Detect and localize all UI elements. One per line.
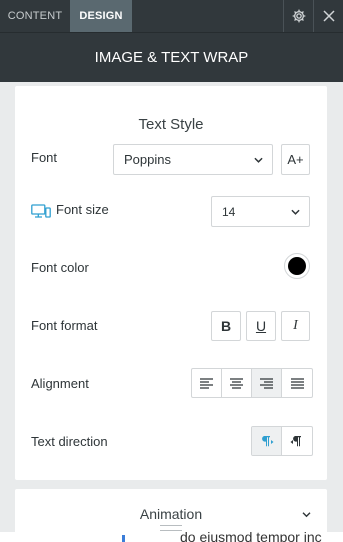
- alignment-label: Alignment: [31, 376, 89, 391]
- text-style-card: Text Style Font Poppins A+ Font size 14 …: [15, 86, 327, 480]
- align-center-icon: [230, 377, 243, 389]
- rtl-button[interactable]: [282, 427, 312, 455]
- desktop-mobile-icon: [31, 204, 51, 218]
- italic-button[interactable]: I: [281, 311, 310, 341]
- font-select[interactable]: Poppins: [113, 144, 273, 175]
- align-left-icon: [200, 377, 213, 389]
- chevron-down-icon: [291, 209, 300, 215]
- align-justify-button[interactable]: [282, 369, 312, 397]
- tab-design[interactable]: DESIGN: [70, 0, 132, 32]
- font-select-value: Poppins: [124, 152, 171, 167]
- background-page: do eiusmod tempor inc: [0, 532, 343, 542]
- font-size-label: Font size: [56, 202, 109, 217]
- font-format-label: Font format: [31, 318, 98, 333]
- align-center-button[interactable]: [222, 369, 252, 397]
- chevron-down-icon: [302, 512, 311, 518]
- close-button[interactable]: [313, 0, 343, 32]
- color-swatch-dot: [288, 257, 306, 275]
- text-direction-rtl-icon: [290, 436, 301, 447]
- resize-handle[interactable]: [160, 525, 182, 531]
- text-direction-group: [251, 426, 313, 456]
- italic-icon: I: [293, 318, 298, 333]
- animation-label: Animation: [139, 506, 203, 522]
- alignment-group: [191, 368, 313, 398]
- gear-icon: [292, 9, 305, 23]
- tab-content[interactable]: CONTENT: [0, 0, 70, 32]
- text-direction-ltr-icon: [261, 436, 273, 447]
- bold-button[interactable]: B: [211, 311, 241, 341]
- font-color-label: Font color: [31, 260, 89, 275]
- text-style-title: Text Style: [138, 116, 204, 133]
- align-right-icon: [260, 377, 273, 389]
- add-font-button[interactable]: A+: [281, 144, 310, 175]
- top-bar: CONTENT DESIGN: [0, 0, 343, 32]
- font-label: Font: [31, 150, 58, 165]
- add-font-label: A+: [287, 152, 304, 167]
- font-color-picker[interactable]: [284, 253, 310, 279]
- chevron-down-icon: [254, 157, 263, 163]
- underline-button[interactable]: U: [246, 311, 276, 341]
- underline-icon: U: [255, 318, 267, 334]
- font-size-select[interactable]: 14: [211, 196, 310, 227]
- panel-title: IMAGE & TEXT WRAP: [0, 32, 343, 82]
- font-size-value: 14: [222, 204, 236, 219]
- align-right-button[interactable]: [252, 369, 282, 397]
- text-cursor-mark: [122, 535, 125, 542]
- text-direction-label: Text direction: [31, 434, 108, 449]
- background-text: do eiusmod tempor inc: [180, 532, 322, 542]
- ltr-button[interactable]: [252, 427, 282, 455]
- close-icon: [322, 10, 335, 22]
- bold-icon: B: [220, 318, 232, 334]
- settings-button[interactable]: [283, 0, 313, 32]
- align-left-button[interactable]: [192, 369, 222, 397]
- align-justify-icon: [290, 377, 304, 389]
